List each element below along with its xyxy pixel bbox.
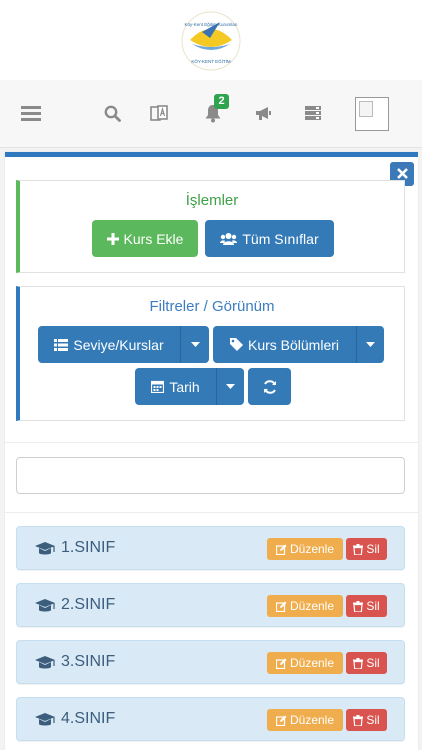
edit-icon (275, 601, 287, 612)
delete-button[interactable]: Sil (346, 595, 387, 617)
notification-badge: 2 (214, 94, 229, 109)
search-input[interactable] (16, 457, 405, 494)
delete-button[interactable]: Sil (346, 538, 387, 560)
date-dropdown-toggle[interactable] (216, 368, 244, 405)
megaphone-icon[interactable] (252, 102, 274, 124)
refresh-icon (263, 379, 276, 394)
language-icon[interactable] (148, 102, 170, 124)
all-classes-label: Tüm Sınıflar (242, 230, 319, 247)
all-classes-button[interactable]: Tüm Sınıflar (205, 220, 334, 257)
logo-text-top: Köy-Kent Eğitim Kurumları (184, 22, 237, 27)
logo-bar: Köy-Kent Eğitim Kurumları KÖY-KENT EĞİTİ… (0, 0, 422, 80)
graduation-cap-icon (35, 656, 55, 669)
edit-label: Düzenle (289, 542, 335, 556)
edit-button[interactable]: Düzenle (267, 538, 343, 560)
avatar[interactable] (355, 97, 389, 131)
edit-button[interactable]: Düzenle (267, 595, 343, 617)
class-list-item[interactable]: 4.SINIF Düzenle Sil (16, 697, 405, 741)
edit-icon (275, 658, 287, 669)
edit-icon (275, 715, 287, 726)
level-courses-dropdown-toggle[interactable] (180, 326, 209, 363)
delete-label: Sil (366, 656, 380, 670)
edit-label: Düzenle (289, 713, 335, 727)
delete-label: Sil (366, 542, 380, 556)
course-sections-dropdown-toggle[interactable] (356, 326, 384, 363)
users-icon (220, 232, 238, 245)
trash-icon (353, 600, 364, 612)
broken-image-icon (359, 101, 373, 117)
level-courses-button[interactable]: Seviye/Kurslar (38, 326, 180, 363)
class-name: 4.SINIF (61, 710, 116, 727)
delete-button[interactable]: Sil (346, 652, 387, 674)
tag-icon (229, 338, 243, 351)
refresh-button[interactable] (248, 368, 291, 405)
edit-button[interactable]: Düzenle (267, 652, 343, 674)
actions-title: İşlemler (185, 192, 239, 209)
add-course-label: Kurs Ekle (123, 230, 184, 247)
divider (5, 512, 418, 513)
server-icon[interactable] (302, 102, 324, 124)
date-button[interactable]: Tarih (135, 368, 216, 405)
trash-icon (353, 657, 364, 669)
edit-icon (275, 544, 287, 555)
calendar-icon (151, 380, 165, 393)
edit-button[interactable]: Düzenle (267, 709, 343, 731)
delete-label: Sil (366, 713, 380, 727)
edit-label: Düzenle (289, 599, 335, 613)
list-icon (54, 338, 69, 351)
trash-icon (353, 714, 364, 726)
class-list-item[interactable]: 1.SINIF Düzenle Sil (16, 526, 405, 570)
class-list-item[interactable]: 3.SINIF Düzenle Sil (16, 640, 405, 684)
class-name: 1.SINIF (61, 539, 116, 556)
class-name: 3.SINIF (61, 653, 116, 670)
filters-title: Filtreler / Görünüm (149, 298, 275, 315)
graduation-cap-icon (35, 713, 55, 726)
add-course-button[interactable]: Kurs Ekle (92, 220, 198, 257)
school-logo[interactable]: Köy-Kent Eğitim Kurumları KÖY-KENT EĞİTİ… (180, 10, 242, 72)
class-name: 2.SINIF (61, 596, 116, 613)
level-courses-label: Seviye/Kurslar (73, 336, 164, 353)
course-sections-label: Kurs Bölümleri (247, 336, 340, 353)
caret-down-icon (226, 383, 235, 389)
search-icon[interactable] (101, 102, 123, 124)
close-icon (396, 168, 408, 179)
graduation-cap-icon (35, 542, 55, 555)
edit-label: Düzenle (289, 656, 335, 670)
trash-icon (353, 543, 364, 555)
menu-icon[interactable] (20, 102, 42, 124)
graduation-cap-icon (35, 599, 55, 612)
caret-down-icon (190, 341, 200, 347)
divider (5, 442, 418, 443)
class-list-item[interactable]: 2.SINIF Düzenle Sil (16, 583, 405, 627)
delete-label: Sil (366, 599, 380, 613)
logo-text-bottom: KÖY-KENT EĞİTİM (191, 58, 231, 64)
plus-icon (106, 232, 119, 245)
course-sections-button[interactable]: Kurs Bölümleri (213, 326, 356, 363)
delete-button[interactable]: Sil (346, 709, 387, 731)
caret-down-icon (366, 341, 375, 347)
date-label: Tarih (169, 378, 200, 395)
